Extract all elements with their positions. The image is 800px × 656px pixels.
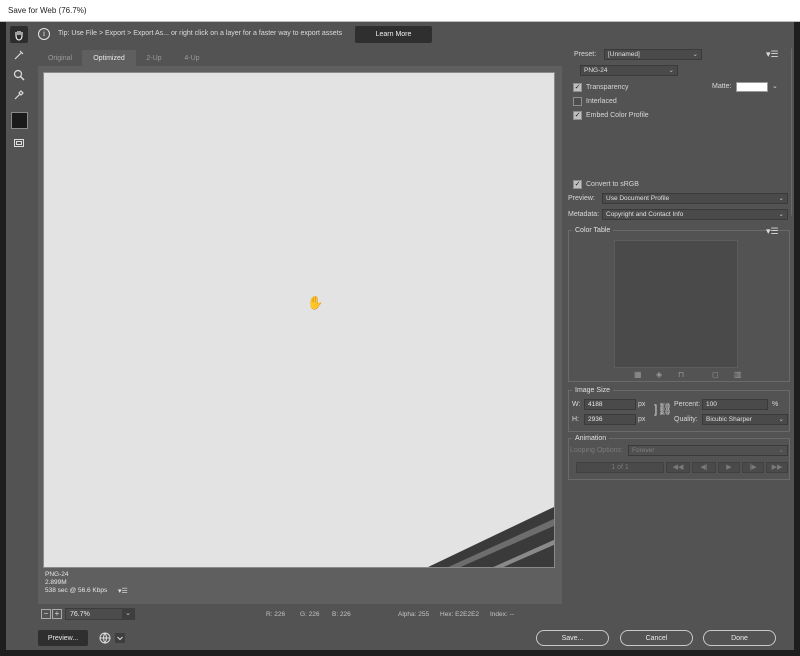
color-table-menu-icon[interactable]: ▾☰ <box>766 226 779 237</box>
save-button[interactable]: Save... <box>536 630 609 646</box>
status-g: G: 226 <box>300 611 320 618</box>
tab-4-up[interactable]: 4-Up <box>172 50 212 66</box>
trash-icon[interactable]: ▥ <box>734 370 742 379</box>
status-hex: Hex: E2E2E2 <box>440 611 480 618</box>
tip-text: Tip: Use File > Export > Export As... or… <box>58 30 343 37</box>
zoom-out-button[interactable]: − <box>41 609 51 619</box>
height-label: H: <box>572 416 579 423</box>
width-label: W: <box>572 401 581 408</box>
toggle-slices-icon[interactable] <box>10 134 28 151</box>
zoom-select[interactable]: 76.7% ⌄ <box>65 608 135 620</box>
optimization-info: PNG-24 2.899M 538 sec @ 56.6 Kbps <box>45 571 107 595</box>
height-input[interactable]: 2936 <box>584 414 636 425</box>
preview-profile-select[interactable]: Use Document Profile ⌄ <box>602 193 788 204</box>
link-proportions-icon[interactable]: ]⛓ <box>654 402 673 416</box>
quality-label: Quality: <box>674 416 698 423</box>
looping-value: Forever <box>632 447 655 454</box>
percent-input[interactable]: 100 <box>702 399 768 410</box>
zoom-tool-icon[interactable] <box>10 66 28 83</box>
preview-frame: ✋ PNG-24 2.899M 538 sec @ 56.6 Kbps ▾☰ <box>38 66 562 604</box>
cancel-button[interactable]: Cancel <box>620 630 693 646</box>
height-unit: px <box>638 416 646 423</box>
optimization-settings-panel: Preset: [Unnamed] ⌄ ▾☰ PNG-24 ⌄ ✓ Transp… <box>566 48 792 480</box>
chevron-down-icon: ⌄ <box>778 447 784 454</box>
image-size-title: Image Size <box>572 387 614 394</box>
percent-unit: % <box>772 401 779 408</box>
metadata-select[interactable]: Copyright and Contact Info ⌄ <box>602 209 788 220</box>
tab-optimized[interactable]: Optimized <box>82 50 136 66</box>
settings-divider <box>566 48 792 216</box>
status-r: R: 226 <box>266 611 286 618</box>
hand-cursor-icon: ✋ <box>307 295 324 310</box>
convert-srgb-checkbox[interactable]: ✓ <box>573 180 582 189</box>
done-button[interactable]: Done <box>703 630 776 646</box>
preview-profile-value: Use Document Profile <box>606 195 670 202</box>
chevron-down-icon: ⌄ <box>122 608 134 620</box>
map-color-icon[interactable]: ▦ <box>634 370 642 379</box>
info-format: PNG-24 <box>45 571 69 578</box>
tool-column <box>6 24 32 154</box>
chevron-down-icon: ⌄ <box>778 195 784 202</box>
first-frame-icon[interactable]: ◀◀ <box>666 462 690 473</box>
tab-original[interactable]: Original <box>38 50 82 66</box>
frame-counter: 1 of 1 <box>576 462 664 473</box>
preview-button[interactable]: Preview... <box>38 630 88 646</box>
metadata-label: Metadata: <box>568 211 600 218</box>
next-frame-icon[interactable]: |▶ <box>742 462 764 473</box>
preview-profile-label: Preview: <box>568 195 595 202</box>
last-frame-icon[interactable]: ▶▶ <box>766 462 788 473</box>
status-b: B: 226 <box>332 611 351 618</box>
browser-preview-dropdown[interactable] <box>96 631 126 645</box>
looping-label: Looping Options: <box>570 447 623 454</box>
title-bar: Save for Web (76.7%) <box>0 0 800 22</box>
web-shift-icon[interactable]: ◈ <box>656 370 662 379</box>
info-size: 2.899M <box>45 579 67 586</box>
metadata-value: Copyright and Contact Info <box>606 211 684 218</box>
eyedropper-tool-icon[interactable] <box>10 86 28 103</box>
animation-title: Animation <box>572 435 610 442</box>
info-icon: i <box>38 28 50 40</box>
new-color-icon[interactable]: ◻ <box>712 370 719 379</box>
quality-select[interactable]: Bicubic Sharper ⌄ <box>702 414 788 425</box>
image-size-section <box>568 390 790 432</box>
chevron-down-icon: ⌄ <box>778 416 784 423</box>
tip-bar: i Tip: Use File > Export > Export As... … <box>34 25 794 45</box>
status-alpha: Alpha: 255 <box>398 611 430 618</box>
info-menu-icon[interactable]: ▾☰ <box>118 587 128 595</box>
play-icon[interactable]: ▶ <box>718 462 740 473</box>
eyedropper-color-swatch[interactable] <box>11 112 28 129</box>
tab-2-up[interactable]: 2-Up <box>136 50 172 66</box>
zoom-in-button[interactable]: + <box>52 609 62 619</box>
zoom-value: 76.7% <box>70 611 90 618</box>
looping-select[interactable]: Forever ⌄ <box>628 445 788 456</box>
save-for-web-dialog: i Tip: Use File > Export > Export As... … <box>6 22 794 650</box>
image-preview[interactable]: ✋ <box>43 72 555 568</box>
window-title: Save for Web (76.7%) <box>8 6 87 15</box>
lock-color-icon[interactable]: ⊓ <box>678 370 684 379</box>
globe-icon <box>99 632 125 644</box>
color-table[interactable] <box>614 240 738 368</box>
status-index: Index: -- <box>490 611 514 618</box>
width-input[interactable]: 4188 <box>584 399 636 410</box>
width-unit: px <box>638 401 646 408</box>
color-table-title: Color Table <box>572 227 614 234</box>
previous-frame-icon[interactable]: ◀| <box>692 462 716 473</box>
convert-srgb-label: Convert to sRGB <box>586 181 639 188</box>
slice-select-tool-icon[interactable] <box>10 46 28 63</box>
chevron-down-icon: ⌄ <box>778 211 784 218</box>
percent-label: Percent: <box>674 401 701 408</box>
info-download-time: 538 sec @ 56.6 Kbps <box>45 587 108 594</box>
learn-more-button[interactable]: Learn More <box>355 26 432 43</box>
view-tabs: Original Optimized 2-Up 4-Up <box>38 50 562 66</box>
preview-image-content <box>428 506 554 567</box>
status-bar: − + 76.7% ⌄ R: 226 G: 226 B: 226 Alpha: … <box>38 608 562 622</box>
quality-value: Bicubic Sharper <box>706 416 752 423</box>
hand-tool-icon[interactable] <box>10 26 28 43</box>
